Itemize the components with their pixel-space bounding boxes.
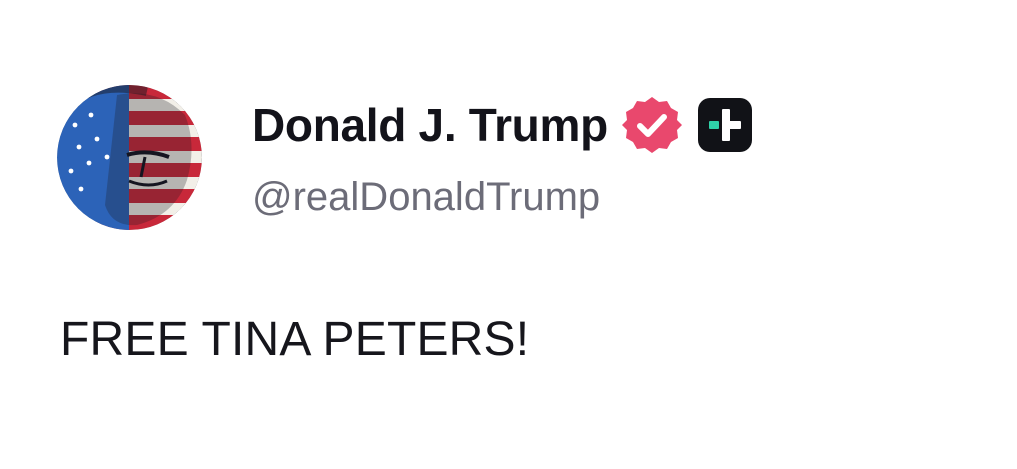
author-handle[interactable]: @realDonaldTrump	[252, 175, 600, 220]
post-card: Donald J. Trump @realDonaldTrump FREE TI…	[0, 0, 1017, 469]
plus-badge-icon	[697, 98, 752, 152]
verified-badge-icon	[621, 97, 682, 153]
author-avatar[interactable]	[57, 85, 202, 230]
avatar-image	[57, 85, 202, 230]
author-name-row: Donald J. Trump	[252, 94, 752, 156]
post-text: FREE TINA PETERS!	[60, 313, 530, 366]
author-display-name[interactable]: Donald J. Trump	[252, 98, 608, 152]
